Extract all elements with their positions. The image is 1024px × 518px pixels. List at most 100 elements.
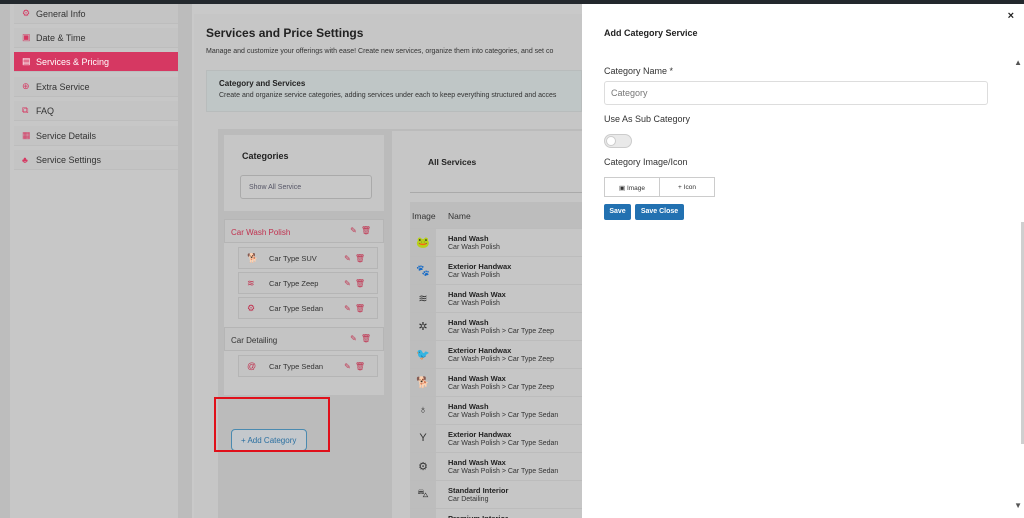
page-description: Manage and customize your offerings with… bbox=[206, 48, 554, 55]
edit-icon[interactable]: ✎ bbox=[344, 279, 355, 288]
sidebar-item-service-details[interactable]: ▦ Service Details bbox=[14, 126, 179, 146]
settings-people-icon: ♣ bbox=[22, 154, 28, 165]
save-button[interactable]: Save bbox=[604, 204, 631, 220]
content-divider bbox=[178, 4, 192, 518]
sidebar-item-label: Service Details bbox=[36, 130, 97, 141]
scroll-up-arrow[interactable]: ▲ bbox=[1014, 58, 1022, 67]
table-row[interactable]: 🐕 Hand Wash Wax Car Wash Polish > Car Type… bbox=[410, 368, 582, 397]
table-row[interactable]: 🐸 Hand Wash Car Wash Polish bbox=[410, 228, 582, 257]
trash-icon[interactable]: 🗑 bbox=[361, 334, 375, 343]
service-name: Hand Wash Wax bbox=[448, 458, 506, 467]
spider-icon: ✲ bbox=[410, 313, 436, 341]
add-category-modal: Add Category Service × Category Name * U… bbox=[582, 4, 1024, 518]
service-category: Car Wash Polish > Car Type Zeep bbox=[448, 328, 555, 335]
service-category: Car Wash Polish bbox=[448, 300, 500, 307]
table-row[interactable]: 🐾 Exterior Handwax Car Wash Polish bbox=[410, 256, 582, 285]
page-title: Services and Price Settings bbox=[206, 26, 364, 40]
categories-panel: Categories Show All Service Car Wash Pol… bbox=[224, 135, 384, 451]
service-name: Standard Interior bbox=[448, 486, 509, 495]
edit-icon[interactable]: ✎ bbox=[344, 254, 355, 263]
category-item-car-wash-polish[interactable]: Car Wash Polish ✎🗑 bbox=[224, 219, 384, 243]
service-name: Hand Wash bbox=[448, 402, 489, 411]
car-icon: ⛍ bbox=[410, 481, 436, 509]
edit-icon[interactable]: ✎ bbox=[350, 226, 361, 235]
table-row[interactable]: ♁ Hand Wash Car Wash Polish > Car Type Sed… bbox=[410, 396, 582, 425]
sidebar-item-date-time[interactable]: ▣ Date & Time bbox=[14, 28, 179, 48]
cross-icon: ✝ bbox=[410, 509, 436, 518]
edit-icon[interactable]: ✎ bbox=[350, 334, 361, 343]
calendar-icon: ▣ bbox=[22, 32, 31, 42]
image-icon-selector: ▣ Image + Icon bbox=[604, 177, 715, 197]
table-row[interactable]: ✲ Hand Wash Car Wash Polish > Car Type Zee… bbox=[410, 312, 582, 341]
sidebar-item-general-info[interactable]: ⚙ General Info bbox=[14, 4, 179, 24]
table-row[interactable]: ≋ Hand Wash Wax Car Wash Polish bbox=[410, 284, 582, 313]
gear-icon: ⚙ bbox=[22, 8, 31, 18]
scroll-down-arrow[interactable]: ▼ bbox=[1014, 501, 1022, 510]
service-name: Hand Wash bbox=[448, 234, 489, 243]
subcategory-label: Car Type SUV bbox=[269, 254, 317, 263]
sidebar-item-faq[interactable]: ⧉ FAQ bbox=[14, 101, 179, 121]
image-icon: ▣ bbox=[618, 185, 627, 192]
paw-icon: 🐾 bbox=[410, 257, 436, 285]
service-name: Hand Wash Wax bbox=[448, 290, 506, 299]
category-label: Car Wash Polish bbox=[231, 228, 291, 237]
extra-service-icon: ⊕ bbox=[22, 81, 30, 91]
icon-option-button[interactable]: + Icon bbox=[660, 178, 714, 196]
subcategory-item[interactable]: ≋ Car Type Zeep ✎🗑 bbox=[238, 272, 378, 294]
subcategory-item[interactable]: ⚙ Car Type Sedan ✎🗑 bbox=[238, 297, 378, 319]
table-row[interactable]: ✝ Premium Interior bbox=[410, 508, 582, 518]
trash-icon[interactable]: 🗑 bbox=[355, 254, 369, 263]
service-name: Exterior Handwax bbox=[448, 346, 512, 355]
categories-header: Categories Show All Service bbox=[224, 135, 384, 211]
category-actions: ✎🗑 bbox=[350, 334, 375, 343]
category-item-car-detailing[interactable]: Car Detailing ✎🗑 bbox=[224, 327, 384, 351]
sidebar-item-extra-service[interactable]: ⊕ Extra Service bbox=[14, 77, 179, 97]
snail-icon: @ bbox=[247, 361, 257, 371]
show-all-service-button[interactable]: Show All Service bbox=[240, 175, 372, 199]
category-actions: ✎🗑 bbox=[350, 226, 375, 235]
water-icon: ≋ bbox=[247, 278, 255, 288]
table-row[interactable]: Y Exterior Handwax Car Wash Polish > Car T… bbox=[410, 424, 582, 453]
dog-icon: 🐕 bbox=[410, 369, 436, 397]
service-name: Hand Wash Wax bbox=[448, 374, 506, 383]
save-close-button[interactable]: Save Close bbox=[635, 204, 684, 220]
sub-category-label: Use As Sub Category bbox=[604, 114, 691, 124]
subcategory-actions: ✎🗑 bbox=[344, 254, 369, 263]
bicycle-icon: ⚙ bbox=[247, 303, 256, 313]
category-name-label: Category Name * bbox=[604, 66, 674, 76]
info-title: Category and Services bbox=[219, 79, 306, 88]
sidebar-item-services-pricing[interactable]: ▤ Services & Pricing bbox=[14, 52, 185, 72]
service-category: Car Wash Polish > Car Type Zeep bbox=[448, 384, 555, 391]
trash-icon[interactable]: 🗑 bbox=[355, 362, 369, 371]
services-title: All Services bbox=[428, 157, 477, 167]
sidebar-item-label: FAQ bbox=[36, 105, 55, 116]
sub-category-toggle[interactable] bbox=[604, 134, 632, 148]
image-option-button[interactable]: ▣ Image bbox=[605, 178, 660, 196]
subcategory-item[interactable]: @ Car Type Sedan ✎🗑 bbox=[238, 355, 378, 377]
services-rows: 🐸 Hand Wash Car Wash Polish 🐾 Exterior Handw… bbox=[410, 228, 582, 518]
details-icon: ▦ bbox=[22, 130, 31, 140]
faq-icon: ⧉ bbox=[22, 105, 29, 115]
table-row[interactable]: ⛍ Standard Interior Car Detailing bbox=[410, 480, 582, 509]
service-name: Exterior Handwax bbox=[448, 430, 512, 439]
sidebar-item-service-settings[interactable]: ♣ Service Settings bbox=[14, 150, 179, 170]
modal-title: Add Category Service bbox=[604, 28, 698, 38]
sidebar-item-label: General Info bbox=[36, 8, 86, 19]
trash-icon[interactable]: 🗑 bbox=[361, 226, 375, 235]
table-header: Image Name bbox=[410, 202, 582, 228]
subcategory-label: Car Type Zeep bbox=[269, 279, 319, 288]
trash-icon[interactable]: 🗑 bbox=[355, 279, 369, 288]
info-box: Category and Services Create and organiz… bbox=[206, 70, 582, 112]
category-services-panel: Categories Show All Service Car Wash Pol… bbox=[218, 129, 582, 518]
edit-icon[interactable]: ✎ bbox=[344, 304, 355, 313]
table-row[interactable]: ⚙ Hand Wash Wax Car Wash Polish > Car Type… bbox=[410, 452, 582, 481]
category-name-input[interactable] bbox=[604, 81, 988, 105]
trash-icon[interactable]: 🗑 bbox=[355, 304, 369, 313]
edit-icon[interactable]: ✎ bbox=[344, 362, 355, 371]
subcategory-actions: ✎🗑 bbox=[344, 362, 369, 371]
close-icon[interactable]: × bbox=[1008, 10, 1014, 22]
subcategory-actions: ✎🗑 bbox=[344, 304, 369, 313]
table-row[interactable]: 🐦 Exterior Handwax Car Wash Polish > Car T… bbox=[410, 340, 582, 369]
subcategory-item[interactable]: 🐕 Car Type SUV ✎🗑 bbox=[238, 247, 378, 269]
dog-icon: 🐕 bbox=[247, 253, 259, 263]
